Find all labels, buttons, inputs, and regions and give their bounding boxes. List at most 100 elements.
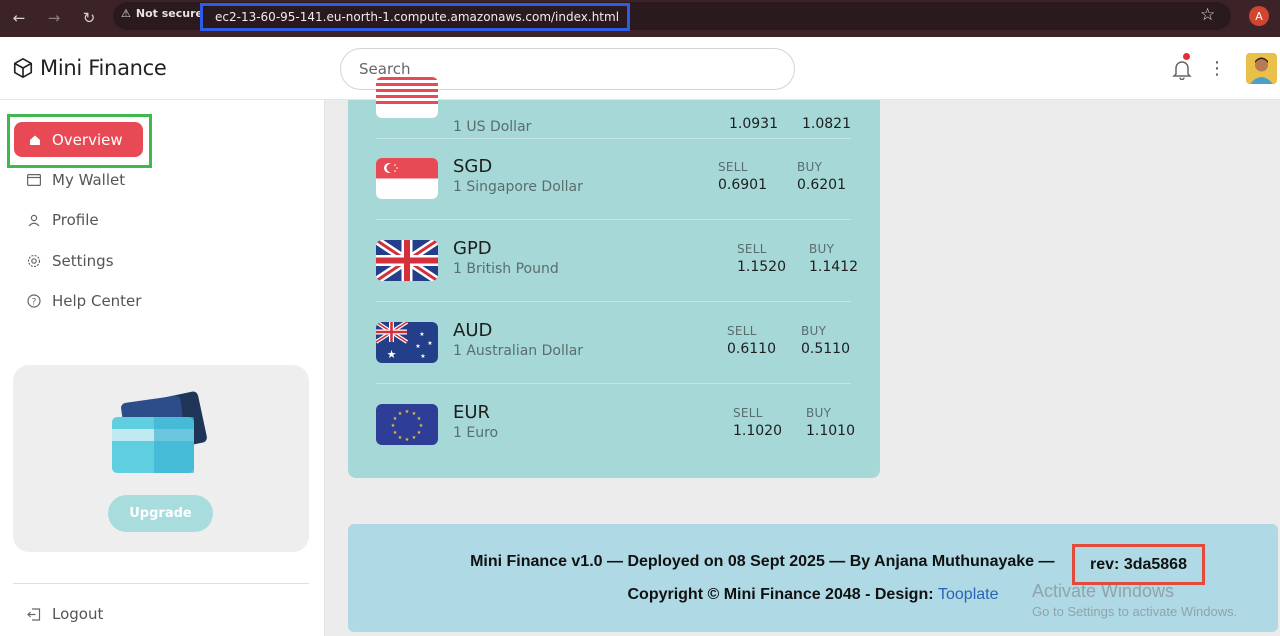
back-arrow-icon[interactable]: ← — [8, 7, 30, 29]
home-icon — [30, 135, 40, 145]
svg-text:★: ★ — [391, 423, 396, 429]
copyright-text: Copyright © Mini Finance 2048 - Design: — [627, 586, 934, 603]
revision-highlight-box: rev: 3da5868 — [1072, 544, 1205, 585]
sidebar-item-label: Overview — [52, 130, 123, 149]
gear-icon — [26, 254, 41, 269]
svg-text:★: ★ — [417, 416, 422, 422]
security-indicator[interactable]: ⚠ Not secure — [121, 7, 203, 20]
buy-rate: 0.5110 — [801, 341, 850, 357]
person-icon — [26, 213, 41, 228]
upgrade-button[interactable]: Upgrade — [108, 495, 213, 532]
box-icon — [13, 58, 33, 78]
currency-code: SGD — [453, 156, 493, 177]
revision-text: rev: 3da5868 — [1090, 555, 1187, 573]
buy-rate: 0.6201 — [797, 177, 846, 193]
svg-text:★: ★ — [419, 423, 424, 429]
browser-profile-avatar[interactable]: A — [1249, 6, 1269, 26]
sell-rate: 1.0931 — [729, 116, 778, 132]
row-divider — [376, 383, 851, 384]
svg-text:★: ★ — [405, 437, 410, 443]
logout-label: Logout — [52, 605, 104, 623]
svg-text:?: ? — [31, 297, 36, 307]
row-divider — [376, 219, 851, 220]
currency-code: GPD — [453, 238, 492, 259]
sell-rate: 1.1020 — [733, 423, 782, 439]
sidebar-item-help-center[interactable]: ? Help Center — [26, 292, 141, 310]
buy-label: BUY — [806, 406, 832, 420]
buy-rate: 1.1412 — [809, 259, 858, 275]
reload-icon[interactable]: ↻ — [78, 7, 100, 29]
sidebar-item-label: Profile — [52, 211, 99, 229]
currency-name: 1 Singapore Dollar — [453, 179, 583, 195]
url-highlight-box: ec2-13-60-95-141.eu-north-1.compute.amaz… — [200, 3, 630, 31]
sidebar-item-label: My Wallet — [52, 171, 126, 189]
upgrade-promo-card: Upgrade — [13, 365, 309, 552]
sidebar-item-profile[interactable]: Profile — [26, 211, 99, 229]
currency-code: AUD — [453, 320, 493, 341]
svg-text:★: ★ — [398, 435, 403, 441]
list-item[interactable]: GPD 1 British Pound SELL BUY 1.1520 1.14… — [376, 224, 858, 306]
svg-text:★: ★ — [387, 348, 397, 361]
security-label: Not secure — [135, 7, 203, 20]
warning-icon: ⚠ — [121, 7, 131, 20]
activate-windows-watermark: Activate Windows Go to Settings to activ… — [1032, 581, 1237, 619]
more-vertical-icon[interactable]: ⋮ — [1208, 57, 1226, 81]
list-item[interactable]: ★ ★ ★ ★ ★ ★ ★ ★ ★ ★ ★ ★ EUR 1 Euro SELL … — [376, 388, 855, 470]
logout-icon — [26, 607, 41, 622]
svg-text:★: ★ — [427, 340, 432, 347]
brand-name: Mini Finance — [40, 56, 167, 80]
currency-code: EUR — [453, 402, 491, 423]
currency-name: 1 British Pound — [453, 261, 559, 277]
eu-flag-icon: ★ ★ ★ ★ ★ ★ ★ ★ ★ ★ ★ ★ — [376, 404, 438, 445]
sidebar: Overview My Wallet Profile Settings ? He… — [0, 100, 325, 636]
list-item[interactable]: ★ ★ ★ ★ ★ AUD 1 Australian Dollar SELL B… — [376, 306, 851, 388]
list-item[interactable]: 1 US Dollar 1.0931 1.0821 — [376, 60, 851, 142]
svg-text:★: ★ — [415, 343, 420, 350]
currency-name: 1 US Dollar — [453, 119, 532, 135]
sell-label: SELL — [733, 406, 763, 420]
question-icon: ? — [26, 294, 41, 309]
brand[interactable]: Mini Finance — [12, 56, 167, 80]
watermark-subtitle: Go to Settings to activate Windows. — [1032, 604, 1238, 619]
sidebar-item-settings[interactable]: Settings — [26, 252, 114, 270]
sidebar-item-label: Settings — [52, 252, 114, 270]
svg-text:★: ★ — [417, 430, 422, 436]
buy-label: BUY — [797, 160, 823, 174]
sell-label: SELL — [718, 160, 748, 174]
au-flag-icon: ★ ★ ★ ★ ★ — [376, 322, 438, 363]
buy-label: BUY — [801, 324, 827, 338]
user-avatar[interactable] — [1246, 53, 1277, 84]
credit-cards-icon — [112, 391, 207, 473]
buy-rate: 1.0821 — [802, 116, 851, 132]
bell-icon[interactable] — [1172, 58, 1192, 80]
browser-toolbar: ← → ↻ ⚠ Not secure ec2-13-60-95-141.eu-n… — [0, 0, 1280, 37]
buy-label: BUY — [809, 242, 835, 256]
sell-rate: 1.1520 — [737, 259, 786, 275]
svg-text:★: ★ — [393, 430, 398, 436]
sell-label: SELL — [727, 324, 757, 338]
svg-text:★: ★ — [398, 411, 403, 417]
tooplate-link[interactable]: Tooplate — [938, 586, 999, 603]
svg-text:★: ★ — [412, 435, 417, 441]
sell-rate: 0.6901 — [718, 177, 767, 193]
sidebar-divider — [13, 583, 309, 584]
url-text[interactable]: ec2-13-60-95-141.eu-north-1.compute.amaz… — [215, 10, 619, 24]
forward-arrow-icon[interactable]: → — [43, 7, 65, 29]
sidebar-item-label: Help Center — [52, 292, 142, 310]
buy-rate: 1.1010 — [806, 423, 855, 439]
row-divider — [376, 138, 851, 139]
list-item[interactable]: SGD 1 Singapore Dollar SELL BUY 0.6901 0… — [376, 142, 851, 224]
bookmark-star-icon[interactable]: ☆ — [1200, 5, 1215, 25]
logout-link[interactable]: Logout — [26, 605, 103, 623]
currency-name: 1 Euro — [453, 425, 499, 441]
row-divider — [376, 301, 851, 302]
currency-name: 1 Australian Dollar — [453, 343, 584, 359]
sidebar-item-my-wallet[interactable]: My Wallet — [26, 171, 125, 189]
uk-flag-icon — [376, 240, 438, 281]
watermark-title: Activate Windows — [1032, 581, 1175, 601]
sell-rate: 0.6110 — [727, 341, 776, 357]
sidebar-item-overview[interactable]: Overview — [14, 122, 143, 157]
svg-text:★: ★ — [420, 353, 425, 360]
svg-text:★: ★ — [405, 409, 410, 415]
exchange-rates-card: 1 US Dollar 1.0931 1.0821 SGD 1 Singapor… — [348, 77, 880, 478]
